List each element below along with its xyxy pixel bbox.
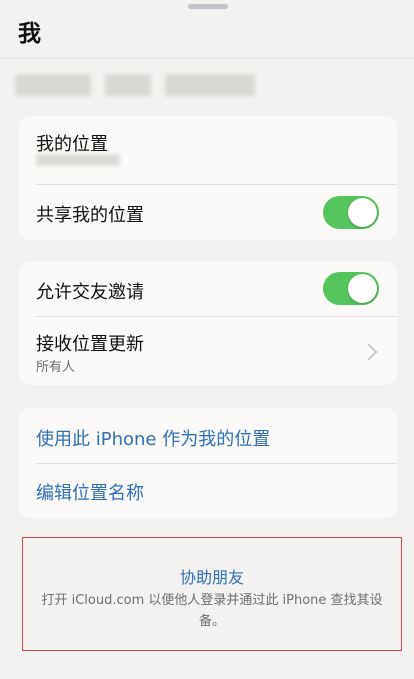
actions-card: 使用此 iPhone 作为我的位置 编辑位置名称 [19, 408, 397, 518]
edit-name-link[interactable]: 编辑位置名称 [36, 479, 144, 505]
allow-requests-row: 允许交友邀请 [19, 262, 397, 316]
page-title: 我 [18, 21, 41, 47]
share-location-label: 共享我的位置 [36, 205, 144, 226]
chevron-right-icon [360, 343, 378, 361]
redacted-block [15, 74, 91, 96]
my-location-label: 我的位置 [36, 134, 108, 155]
share-location-row: 共享我的位置 [19, 185, 397, 240]
allow-requests-label: 允许交友邀请 [36, 282, 144, 303]
allow-requests-toggle[interactable] [323, 272, 379, 305]
receive-updates-row[interactable]: 接收位置更新 所有人 [19, 317, 397, 385]
toggle-knob [348, 198, 377, 227]
redacted-block [165, 74, 255, 96]
help-friends-section: 协助朋友 打开 iCloud.com 以便他人登录并通过此 iPhone 查找其… [22, 537, 402, 651]
redacted-location [36, 154, 120, 166]
help-friends-link[interactable]: 协助朋友 [23, 564, 401, 588]
receive-updates-value: 所有人 [36, 360, 76, 375]
location-card: 我的位置 共享我的位置 [19, 116, 397, 240]
use-iphone-link[interactable]: 使用此 iPhone 作为我的位置 [36, 425, 270, 451]
redacted-block [105, 74, 151, 96]
my-location-row[interactable]: 我的位置 [19, 116, 397, 184]
receive-updates-label: 接收位置更新 [36, 334, 144, 355]
redacted-account-info [15, 74, 275, 96]
share-location-toggle[interactable] [323, 196, 379, 229]
friends-card: 允许交友邀请 接收位置更新 所有人 [19, 262, 397, 385]
use-iphone-row[interactable]: 使用此 iPhone 作为我的位置 [19, 408, 397, 463]
help-friends-description: 打开 iCloud.com 以便他人登录并通过此 iPhone 查找其设备。 [41, 593, 383, 629]
header: 我 [0, 0, 414, 59]
edit-name-row[interactable]: 编辑位置名称 [19, 464, 397, 518]
toggle-knob [348, 274, 377, 303]
